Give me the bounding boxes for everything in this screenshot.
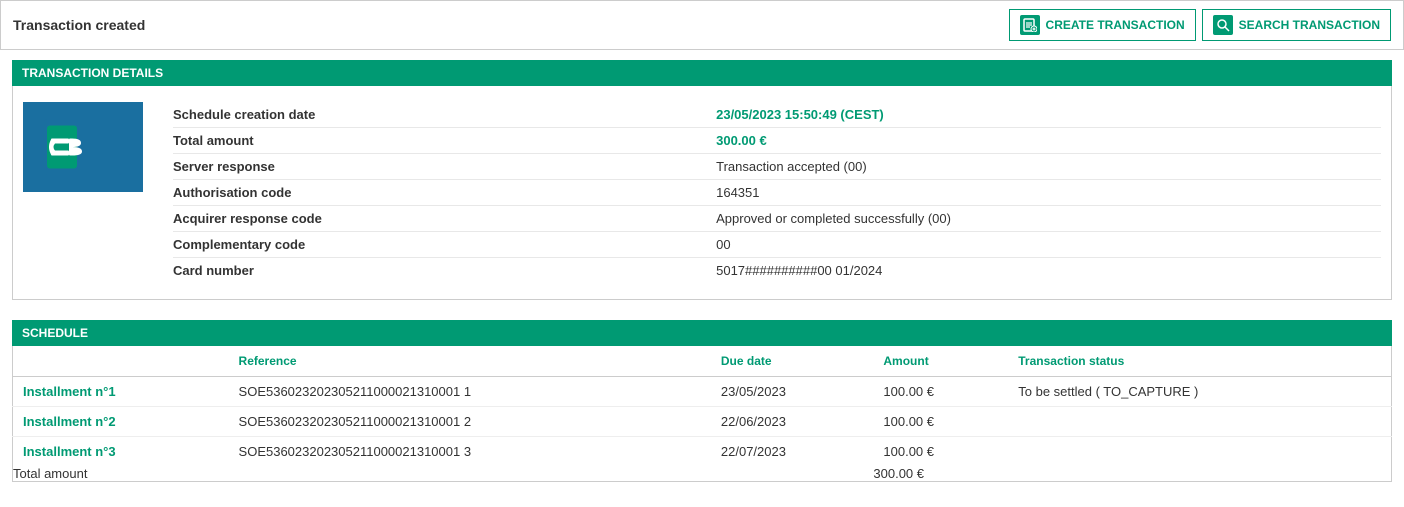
total-label: Total amount: [13, 466, 229, 482]
detail-label: Complementary code: [173, 232, 716, 258]
schedule-row: Installment n°3SOE5360232023052110000213…: [13, 437, 1392, 467]
detail-value: 164351: [716, 180, 1381, 206]
search-transaction-button[interactable]: SEARCH TRANSACTION: [1202, 9, 1391, 41]
detail-value: 00: [716, 232, 1381, 258]
due-date-value: 22/07/2023: [711, 437, 874, 467]
schedule-row: Installment n°2SOE5360232023052110000213…: [13, 407, 1392, 437]
detail-value: 300.00 €: [716, 128, 1381, 154]
payment-logo: [23, 102, 143, 192]
status-value: [1008, 437, 1391, 467]
schedule-row: Installment n°1SOE5360232023052110000213…: [13, 377, 1392, 407]
detail-label: Server response: [173, 154, 716, 180]
schedule-total-row: Total amount 300.00 €: [13, 466, 1392, 482]
detail-row: Complementary code00: [173, 232, 1381, 258]
detail-label: Acquirer response code: [173, 206, 716, 232]
details-table: Schedule creation date23/05/2023 15:50:4…: [173, 102, 1381, 283]
col-reference: Reference: [229, 346, 711, 377]
schedule-section: SCHEDULE Reference Due date Amount Trans…: [12, 320, 1392, 482]
search-transaction-icon: [1213, 15, 1233, 35]
status-value: To be settled ( TO_CAPTURE ): [1008, 377, 1391, 407]
col-amount: Amount: [873, 346, 1008, 377]
reference-value: SOE536023202305211000021310001 2: [229, 407, 711, 437]
col-status: Transaction status: [1008, 346, 1391, 377]
schedule-table: Reference Due date Amount Transaction st…: [12, 346, 1392, 482]
total-date-empty: [711, 466, 874, 482]
reference-value: SOE536023202305211000021310001 3: [229, 437, 711, 467]
total-amount: 300.00 €: [873, 466, 1008, 482]
create-transaction-button[interactable]: CREATE TRANSACTION: [1009, 9, 1196, 41]
col-installment: [13, 346, 229, 377]
header-title: Transaction created: [13, 17, 145, 33]
reference-value: SOE536023202305211000021310001 1: [229, 377, 711, 407]
detail-label: Total amount: [173, 128, 716, 154]
due-date-value: 23/05/2023: [711, 377, 874, 407]
search-transaction-label: SEARCH TRANSACTION: [1239, 18, 1380, 32]
installment-label: Installment n°3: [13, 437, 229, 467]
detail-label: Card number: [173, 258, 716, 284]
amount-value: 100.00 €: [873, 377, 1008, 407]
total-ref-empty: [229, 466, 711, 482]
detail-row: Card number5017##########00 01/2024: [173, 258, 1381, 284]
amount-value: 100.00 €: [873, 437, 1008, 467]
detail-value: Transaction accepted (00): [716, 154, 1381, 180]
detail-row: Acquirer response codeApproved or comple…: [173, 206, 1381, 232]
detail-value: Approved or completed successfully (00): [716, 206, 1381, 232]
detail-row: Server responseTransaction accepted (00): [173, 154, 1381, 180]
detail-row: Schedule creation date23/05/2023 15:50:4…: [173, 102, 1381, 128]
header-buttons: CREATE TRANSACTION SEARCH TRANSACTION: [1009, 9, 1391, 41]
status-value: [1008, 407, 1391, 437]
amount-value: 100.00 €: [873, 407, 1008, 437]
detail-row: Authorisation code164351: [173, 180, 1381, 206]
main-content: TRANSACTION DETAILS Schedule creation: [0, 50, 1404, 492]
transaction-details-body: Schedule creation date23/05/2023 15:50:4…: [12, 86, 1392, 300]
create-transaction-icon: [1020, 15, 1040, 35]
create-transaction-label: CREATE TRANSACTION: [1046, 18, 1185, 32]
detail-value: 23/05/2023 15:50:49 (CEST): [716, 102, 1381, 128]
schedule-table-header-row: Reference Due date Amount Transaction st…: [13, 346, 1392, 377]
detail-value: 5017##########00 01/2024: [716, 258, 1381, 284]
schedule-header: SCHEDULE: [12, 320, 1392, 346]
detail-label: Schedule creation date: [173, 102, 716, 128]
detail-label: Authorisation code: [173, 180, 716, 206]
col-due-date: Due date: [711, 346, 874, 377]
installment-label: Installment n°1: [13, 377, 229, 407]
total-status-empty: [1008, 466, 1391, 482]
detail-row: Total amount300.00 €: [173, 128, 1381, 154]
transaction-details-header: TRANSACTION DETAILS: [12, 60, 1392, 86]
installment-label: Installment n°2: [13, 407, 229, 437]
header: Transaction created CREATE TRANSACTION: [0, 0, 1404, 50]
due-date-value: 22/06/2023: [711, 407, 874, 437]
